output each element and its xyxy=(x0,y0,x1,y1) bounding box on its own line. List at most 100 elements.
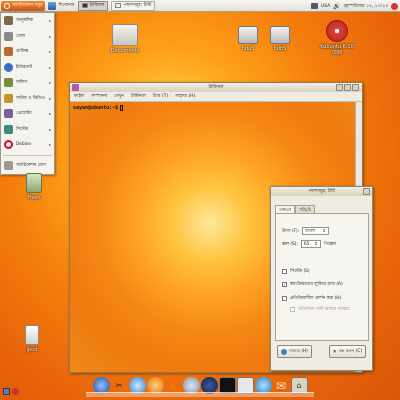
trash-icon xyxy=(26,173,42,193)
help-button[interactable]: সাহায্য (H) xyxy=(277,345,312,358)
menu-item-accessories[interactable]: আনুষঙ্গিক ▸ xyxy=(1,13,54,29)
submenu-arrow-icon: ▸ xyxy=(48,95,51,101)
submenu-arrow-icon: ▸ xyxy=(48,111,51,116)
menu-item-label: অ্যাপ্লিকেশন যোগ xyxy=(16,162,46,168)
terminal-titlebar[interactable]: টার্মিনাল xyxy=(70,83,362,92)
desktop-icon-hdb5[interactable]: hdb5 xyxy=(260,26,300,52)
menu-tabs[interactable]: ট্যাব (T) xyxy=(153,93,168,100)
menu-item-system[interactable]: সিস্টেম ▸ xyxy=(1,122,54,138)
top-panel: অ্যাপ্লিকেশন সমূহ শিৰোনাম টার্মিনাল পছন্… xyxy=(0,0,400,12)
dock: ✂ ▲ ✉ ⌂ xyxy=(86,366,314,400)
close-button[interactable]: ✕ বন্ধ করুন (C) xyxy=(328,345,366,358)
help-button-label: সাহায্য (H) xyxy=(289,348,308,353)
menu-edit[interactable]: সম্পাদনা xyxy=(91,93,107,100)
quick-launch-label[interactable]: শিৰোনাম xyxy=(58,2,74,9)
desktop-icon-label: ipod xyxy=(26,347,38,353)
option-3[interactable]: প্রতিক্রিয়াশীল প্রদর্শন করা (H) xyxy=(282,295,341,302)
dock-shelf xyxy=(86,392,314,397)
desktop-icon-label: Documents xyxy=(110,48,140,54)
window-menu-icon[interactable] xyxy=(72,84,79,91)
graphics-icon xyxy=(4,47,13,57)
menu-item-label: প্রোগ্রামিং xyxy=(16,111,33,117)
dialog-titlebar[interactable]: পছন্দসমূহ: টার্মি xyxy=(271,187,372,196)
accessories-icon xyxy=(4,16,13,26)
submenu-arrow-icon: ▸ xyxy=(48,80,51,85)
close-icon[interactable] xyxy=(352,84,359,91)
menu-item-internet[interactable]: ইন্টারনেট ▸ xyxy=(1,60,54,76)
menu-item-label: Debian xyxy=(16,142,32,148)
close-icon[interactable] xyxy=(363,188,370,195)
preferences-dialog: পছন্দসমূহ: টার্মি সাধারণ পটভূমি উৎস (F):… xyxy=(270,186,373,371)
scroll-label: স্ক্রল (S): xyxy=(282,241,298,247)
menu-item-sound-video[interactable]: সাউন্ড ও ভিডিও ▸ xyxy=(1,91,54,107)
desktop-icon-trash[interactable]: Trash xyxy=(14,173,54,201)
scroll-unit: পিক্সেল xyxy=(323,241,337,247)
ipod-icon xyxy=(25,325,39,345)
desktop-icon-documents[interactable]: Documents xyxy=(105,24,145,54)
option-4: অতিরিক্ত ছোট আকার ব্যবহার xyxy=(290,306,350,313)
bottom-panel xyxy=(0,382,24,400)
option-3-checkbox[interactable] xyxy=(282,296,287,301)
network-icon[interactable] xyxy=(310,3,318,9)
show-desktop-icon[interactable] xyxy=(3,387,10,395)
logout-icon[interactable] xyxy=(391,2,398,10)
menu-item-programming[interactable]: প্রোগ্রামিং ▸ xyxy=(1,106,54,122)
menu-separator xyxy=(3,154,52,156)
programming-icon xyxy=(4,109,13,119)
applications-menu-button[interactable]: অ্যাপ্লিকেশন সমূহ xyxy=(1,0,46,11)
font-row: উৎস (F): বাংলা ⇕ xyxy=(282,227,330,235)
option-2-checkbox[interactable]: ✓ xyxy=(282,282,287,287)
desktop-icon-label: hdb5 xyxy=(273,46,287,52)
task-preferences[interactable]: পছন্দসমূহ: টার্মি xyxy=(111,0,156,11)
task-terminal[interactable]: টার্মিনাল xyxy=(77,0,109,11)
clock[interactable]: বৃহস্পতিবার ১৭, ১৩:২৩ xyxy=(344,3,388,10)
places-icon[interactable] xyxy=(48,1,57,10)
folder-icon xyxy=(112,24,138,46)
task-preferences-label: পছন্দসমূহ: টার্মি xyxy=(123,3,152,8)
preferences-icon xyxy=(115,3,122,8)
ubuntu-logo-icon xyxy=(4,2,10,9)
option-3-label: প্রতিক্রিয়াশীল প্রদর্শন করা (H) xyxy=(290,296,342,301)
cd-disc-icon xyxy=(326,20,348,42)
menu-item-graphics[interactable]: গ্রাফিক্স ▸ xyxy=(1,44,54,60)
terminal-title: টার্মিনাল xyxy=(208,85,224,90)
menu-view[interactable]: দেখুন xyxy=(114,93,124,100)
scroll-spinbutton[interactable]: 65 ⇕ xyxy=(300,240,321,248)
applications-menu-label: অ্যাপ্লিকেশন সমূহ xyxy=(12,3,43,8)
font-combo[interactable]: বাংলা ⇕ xyxy=(302,227,330,235)
font-combo-value: বাংলা xyxy=(305,228,316,234)
submenu-arrow-icon: ▸ xyxy=(48,64,51,70)
option-1-checkbox[interactable] xyxy=(282,269,287,274)
applications-menu: আনুষঙ্গিক ▸ খেলা ▸ গ্রাফিক্স ▸ ইন্টারনেট ▸ অ… xyxy=(0,12,55,175)
task-terminal-label: টার্মিনাল xyxy=(89,3,105,8)
submenu-arrow-icon: ▸ xyxy=(48,33,51,39)
option-4-checkbox xyxy=(290,307,295,312)
menu-item-label: খেলা xyxy=(16,33,26,39)
help-icon xyxy=(281,348,287,355)
text-cursor xyxy=(120,105,124,111)
terminal-prompt: sayan@ubuntu:~$ xyxy=(73,105,124,111)
maximize-icon[interactable] xyxy=(344,84,351,91)
menu-item-label: গ্রাফিক্স xyxy=(16,49,28,55)
menu-file[interactable]: ফাইল xyxy=(74,93,84,100)
debian-swirl-icon xyxy=(4,140,13,150)
menu-item-games[interactable]: খেলা ▸ xyxy=(1,29,54,45)
desktop-icon-kubuntu-cd[interactable]: Kubuntu 6.10 i386 xyxy=(314,20,360,56)
volume-icon[interactable]: 🔊 xyxy=(333,3,340,10)
menu-item-add-applications[interactable]: অ্যাপ্লিকেশন যোগ xyxy=(1,158,54,174)
menu-item-debian[interactable]: Debian ▸ xyxy=(1,137,54,153)
prompt-text: sayan@ubuntu:~$ xyxy=(73,105,119,111)
menu-item-office[interactable]: অফিস ▸ xyxy=(1,75,54,91)
general-tab-panel: উৎস (F): বাংলা ⇕ স্ক্রল (S): 65 ⇕ পিক্সেল … xyxy=(275,213,369,341)
keyboard-layout[interactable]: USA xyxy=(321,4,330,9)
workspace-switcher-icon[interactable] xyxy=(12,387,19,395)
option-2[interactable]: ✓ স্বয়ংক্রিয়ভাবে লুকিয়ে রাখা (A) xyxy=(282,281,343,288)
minimize-icon[interactable] xyxy=(336,84,343,91)
desktop-icon-ipod[interactable]: ipod xyxy=(12,325,52,353)
menu-item-label: সিস্টেম xyxy=(16,126,29,132)
option-1[interactable]: সিস্টেম (S) xyxy=(282,268,310,275)
menu-terminal[interactable]: টার্মিনাল xyxy=(131,93,146,100)
font-label: উৎস (F): xyxy=(282,228,300,234)
menu-help[interactable]: সাহায্য (H) xyxy=(175,93,195,100)
submenu-arrow-icon: ▸ xyxy=(48,18,51,23)
